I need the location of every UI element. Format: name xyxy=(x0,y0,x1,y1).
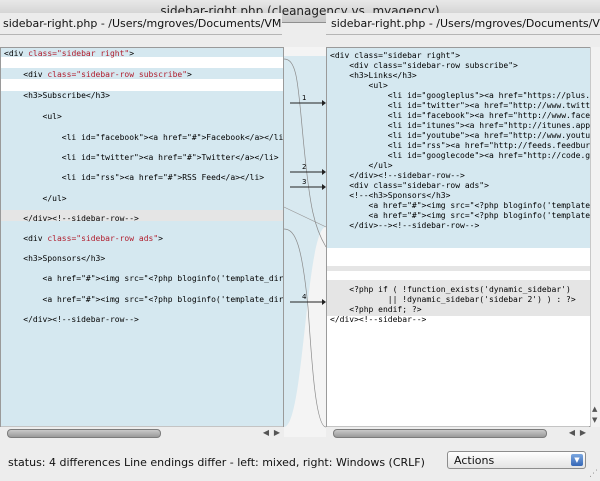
scroll-thumb[interactable] xyxy=(333,429,547,438)
code-line: <li id="twitter"><a href="#">Twitter</a>… xyxy=(4,153,279,162)
diff-number: 4 xyxy=(302,293,307,301)
right-vertical-scrollbar[interactable]: ▲ ▼ xyxy=(590,47,600,427)
scroll-down-arrow-icon[interactable]: ▼ xyxy=(592,416,597,424)
scroll-right-arrow-icon[interactable]: ▶ xyxy=(580,427,586,438)
scroll-right-arrow-icon[interactable]: ▶ xyxy=(274,427,280,438)
diff-number: 1 xyxy=(302,94,306,102)
code-line: <h3>Subscribe</h3> xyxy=(4,91,110,100)
status-bar: status: 4 differences Line endings diffe… xyxy=(0,447,600,481)
code-line: </div><!--sidebar-row--> xyxy=(4,214,139,223)
code-line: <li id="facebook"><a href="#">Facebook</… xyxy=(4,133,284,142)
right-file-path: sidebar-right.php - /Users/mgroves/Docum… xyxy=(326,13,600,35)
scroll-thumb[interactable] xyxy=(7,429,161,438)
code-line: <li id="rss"><a href="#">RSS Feed</a></l… xyxy=(4,173,265,182)
code-line: <div class="sidebar right"> xyxy=(4,49,135,58)
right-horizontal-scrollbar[interactable]: ◀ ▶ xyxy=(327,426,589,438)
left-code-pane[interactable]: <div class="sidebar right"> <div class="… xyxy=(0,47,284,427)
scroll-left-arrow-icon[interactable]: ◀ xyxy=(569,427,575,438)
status-text: status: 4 differences Line endings diffe… xyxy=(8,456,425,469)
resize-grip-icon[interactable]: ⋰ xyxy=(589,469,598,479)
diff-connector: 1 2 3 4 xyxy=(284,47,326,437)
code-line: </div>--><!--sidebar-row--> xyxy=(330,221,480,230)
diff-band xyxy=(327,266,590,271)
code-line: <ul> xyxy=(4,112,62,121)
actions-label: Actions xyxy=(454,454,495,467)
code-line: <h3>Sponsors</h3> xyxy=(4,254,106,263)
right-code-pane[interactable]: <div class="sidebar right"> <div class="… xyxy=(326,47,590,427)
code-line: </div><!--sidebar-row--> xyxy=(4,315,139,324)
chevron-down-icon: ▼ xyxy=(571,454,583,466)
diff-number: 2 xyxy=(302,163,306,171)
left-file-path: sidebar-right.php - /Users/mgroves/Docum… xyxy=(0,13,282,35)
code-line: <div class="sidebar-row subscribe"> xyxy=(4,70,192,79)
code-line: <a href="#"><img src="<?php bloginfo('te… xyxy=(42,274,284,283)
left-horizontal-scrollbar[interactable]: ◀ ▶ xyxy=(1,426,283,438)
scroll-up-arrow-icon[interactable]: ▲ xyxy=(592,405,597,413)
actions-dropdown[interactable]: Actions ▼ xyxy=(447,451,586,469)
code-line: </ul> xyxy=(4,194,67,203)
code-line: </div><!--sidebar--> xyxy=(330,315,427,324)
diff-number: 3 xyxy=(302,178,306,186)
code-line: <a href="#"><img src="<?php bloginfo('te… xyxy=(42,295,284,304)
scroll-left-arrow-icon[interactable]: ◀ xyxy=(263,427,269,438)
code-line: <div class="sidebar-row ads"> xyxy=(4,234,163,243)
